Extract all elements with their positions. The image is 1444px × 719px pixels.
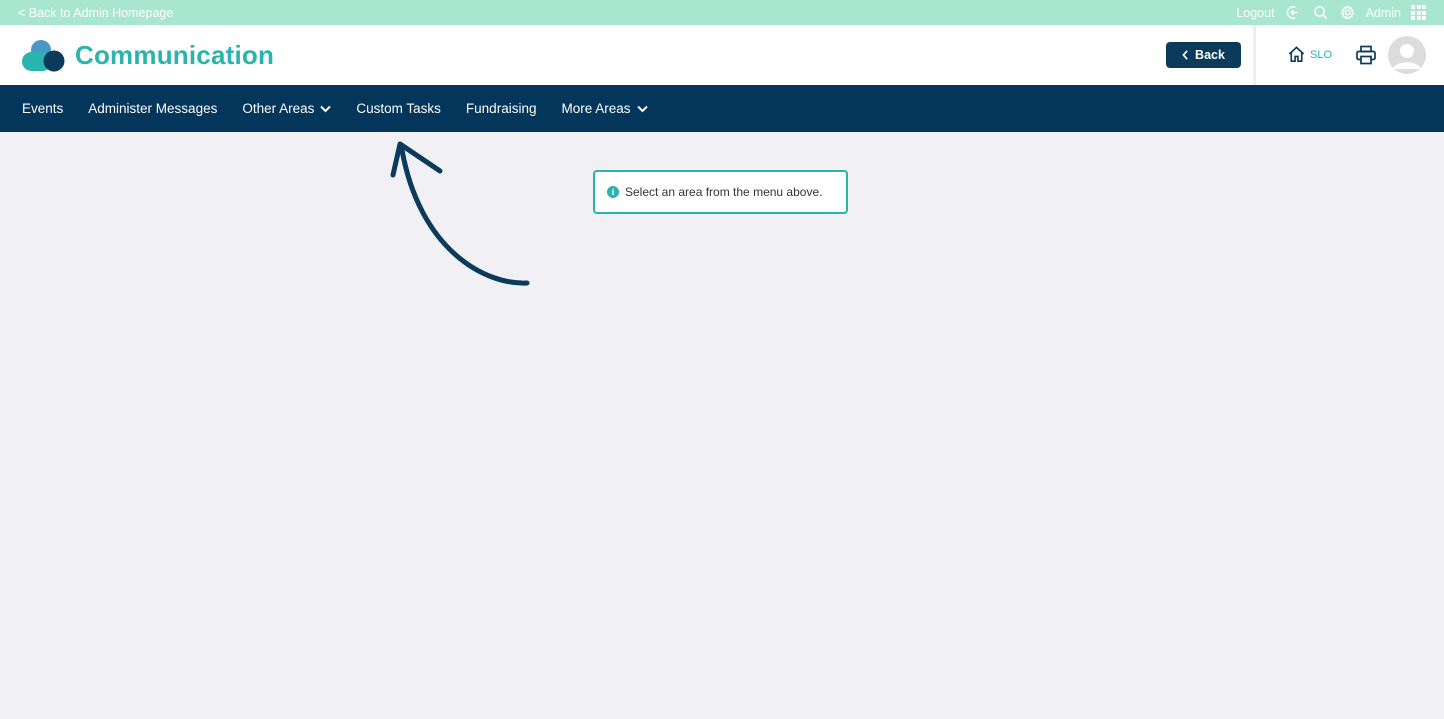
avatar-icon[interactable]	[1388, 36, 1426, 74]
header: Communication Back SLO	[0, 25, 1444, 85]
nav-item-custom-tasks[interactable]: Custom Tasks	[356, 101, 441, 116]
chevron-down-icon	[636, 105, 648, 112]
brand: Communication	[22, 39, 274, 72]
info-icon: i	[607, 186, 619, 198]
admin-label[interactable]: Admin	[1366, 6, 1401, 20]
back-button[interactable]: Back	[1166, 42, 1241, 68]
back-to-admin-link[interactable]: < Back to Admin Homepage	[18, 6, 173, 20]
nav-item-fundraising[interactable]: Fundraising	[466, 101, 537, 116]
arrow-annotation-icon	[390, 141, 530, 286]
logout-icon[interactable]	[1285, 4, 1302, 21]
nav-item-label: Administer Messages	[88, 101, 218, 116]
home-link[interactable]: SLO	[1287, 45, 1332, 64]
logout-link[interactable]: Logout	[1236, 6, 1274, 20]
nav-item-label: Events	[22, 101, 64, 116]
header-divider	[1253, 25, 1256, 85]
info-message-box: i Select an area from the menu above.	[593, 170, 848, 214]
nav-item-label: Other Areas	[242, 101, 315, 116]
chevron-left-icon	[1182, 50, 1188, 60]
back-button-label: Back	[1195, 48, 1225, 62]
nav-item-label: Fundraising	[465, 101, 537, 116]
top-utility-bar: < Back to Admin Homepage Logout Admin	[0, 0, 1444, 25]
search-icon[interactable]	[1312, 4, 1329, 21]
apps-grid-icon[interactable]	[1411, 5, 1426, 20]
nav-item-label: Custom Tasks	[356, 101, 441, 116]
print-icon[interactable]	[1355, 45, 1377, 65]
gear-icon[interactable]	[1339, 4, 1356, 21]
nav-item-events[interactable]: Events	[22, 101, 63, 116]
home-label: SLO	[1310, 48, 1333, 61]
nav-item-administer-messages[interactable]: Administer Messages	[88, 101, 217, 116]
nav-item-more-areas[interactable]: More Areas	[561, 101, 648, 116]
page-title: Communication	[75, 40, 275, 70]
logo-icon	[22, 39, 65, 72]
main-nav: Events Administer Messages Other Areas C…	[0, 85, 1444, 132]
nav-item-other-areas[interactable]: Other Areas	[242, 101, 332, 116]
chevron-down-icon	[320, 105, 332, 112]
info-message-text: Select an area from the menu above.	[625, 185, 823, 199]
nav-item-label: More Areas	[561, 101, 631, 116]
home-icon	[1288, 46, 1305, 62]
topbar-actions: Logout Admin	[1236, 4, 1426, 21]
